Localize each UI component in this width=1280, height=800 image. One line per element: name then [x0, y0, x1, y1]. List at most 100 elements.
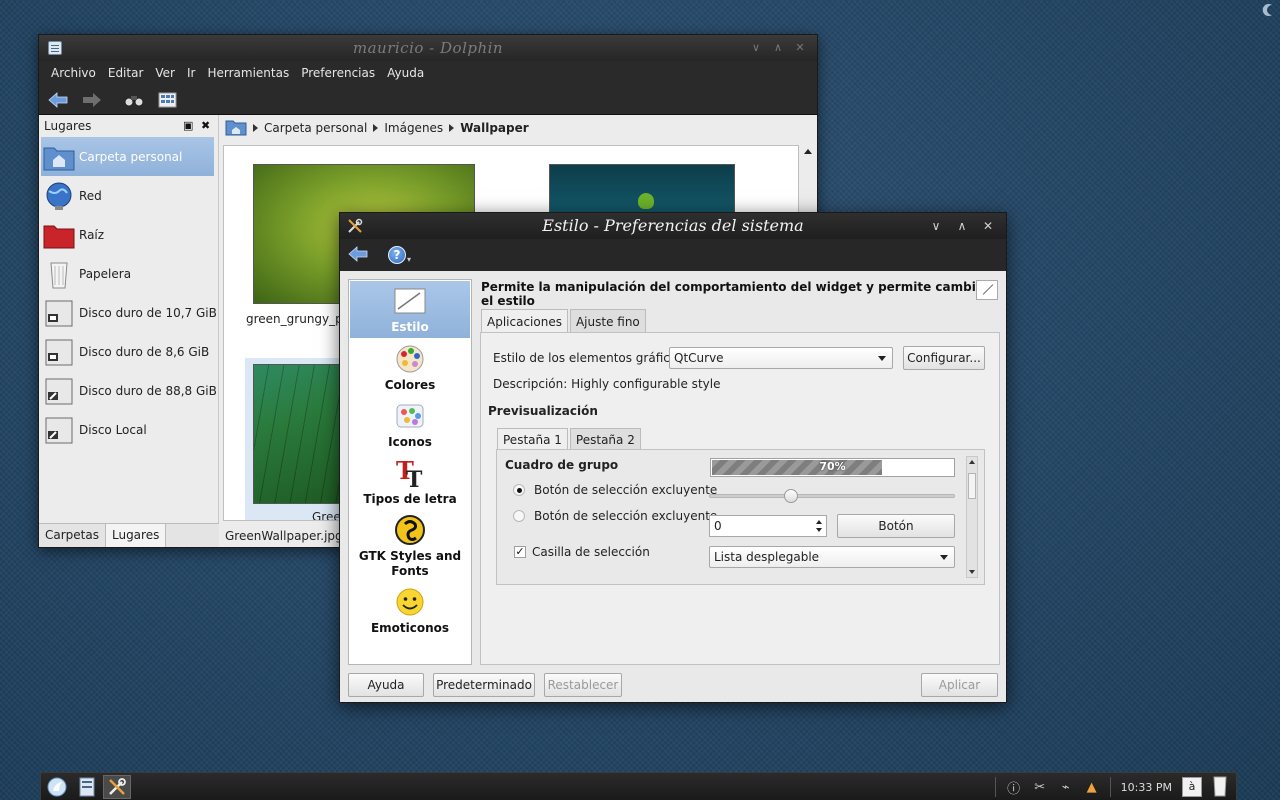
chevron-down-icon: ▾: [407, 255, 412, 264]
dropdown-value: Lista desplegable: [714, 550, 820, 564]
klipper-icon[interactable]: ✂: [1032, 780, 1048, 795]
dialog-titlebar[interactable]: Estilo - Preferencias del sistema ∨ ∧ ✕: [340, 213, 1006, 239]
dialog-title: Estilo - Preferencias del sistema: [542, 216, 804, 235]
show-hidden-icons-icon[interactable]: ▲: [1084, 780, 1100, 795]
application-launcher-icon[interactable]: [43, 775, 71, 799]
checkbox-label: Casilla de selección: [532, 545, 650, 559]
close-panel-icon[interactable]: ✖: [201, 119, 210, 132]
hard-drive-icon: [43, 415, 75, 445]
preview-dropdown[interactable]: Lista desplegable: [709, 546, 955, 568]
category-estilo[interactable]: Estilo: [350, 281, 470, 338]
radio-button-2[interactable]: [513, 510, 525, 522]
colors-palette-icon: [394, 343, 426, 375]
tab-ajuste-fino[interactable]: Ajuste fino: [569, 309, 646, 333]
preview-progress-bar: 70%: [710, 458, 955, 477]
place-red[interactable]: Red: [39, 176, 218, 215]
place-label: Disco duro de 10,7 GiB: [79, 305, 217, 320]
widget-style-combo[interactable]: QtCurve: [669, 347, 893, 369]
tab-pestana-2[interactable]: Pestaña 2: [569, 428, 641, 450]
menu-editar[interactable]: Editar: [102, 66, 150, 80]
help-icon: ?: [388, 246, 406, 264]
cashew-icon[interactable]: [1260, 2, 1276, 18]
float-panel-icon[interactable]: ▣: [183, 119, 193, 132]
fonts-icon: TT: [394, 457, 426, 489]
slider-handle[interactable]: [783, 489, 798, 503]
preview-scrollbar[interactable]: [966, 456, 978, 578]
spin-down-icon[interactable]: [816, 528, 822, 532]
category-emoticonos[interactable]: Emoticonos: [349, 582, 471, 639]
menu-preferencias[interactable]: Preferencias: [295, 66, 381, 80]
binoculars-icon[interactable]: [123, 89, 145, 111]
configure-button[interactable]: Configurar...: [903, 346, 985, 370]
tab-pestana-1[interactable]: Pestaña 1: [497, 428, 568, 450]
category-tipos-de-letra[interactable]: TT Tipos de letra: [349, 453, 471, 510]
menu-archivo[interactable]: Archivo: [45, 66, 102, 80]
scroll-down-icon[interactable]: [969, 570, 975, 574]
forward-arrow-icon[interactable]: [81, 89, 103, 111]
reset-button[interactable]: Restablecer: [544, 673, 622, 697]
back-arrow-icon[interactable]: [47, 89, 69, 111]
tab-lugares[interactable]: Lugares: [105, 524, 167, 547]
place-disco-88-8[interactable]: Disco duro de 88,8 GiB: [39, 371, 218, 410]
place-label: Disco duro de 8,6 GiB: [79, 344, 210, 359]
dolphin-task-icon[interactable]: [73, 775, 101, 799]
place-disco-10-7[interactable]: Disco duro de 10,7 GiB: [39, 293, 218, 332]
home-folder-icon[interactable]: [225, 118, 247, 139]
file-thumbnail[interactable]: [253, 364, 349, 504]
file-thumbnail[interactable]: [549, 164, 735, 214]
place-carpeta-personal[interactable]: Carpeta personal: [41, 137, 214, 176]
notifications-icon[interactable]: ⓘ: [1006, 778, 1022, 797]
category-label: Estilo: [391, 320, 429, 334]
radio-button-1[interactable]: [513, 484, 525, 496]
places-panel: Lugares ▣ ✖ Carpeta personal Red Raíz Pa…: [39, 115, 219, 547]
close-icon[interactable]: ✕: [978, 216, 998, 236]
breadcrumb-item[interactable]: Imágenes: [384, 121, 443, 135]
breadcrumb-item[interactable]: Carpeta personal: [264, 121, 367, 135]
back-arrow-icon[interactable]: [348, 245, 368, 266]
scroll-up-icon[interactable]: [804, 149, 812, 154]
menu-herramientas[interactable]: Herramientas: [201, 66, 295, 80]
place-raiz[interactable]: Raíz: [39, 215, 218, 254]
defaults-button[interactable]: Predeterminado: [433, 673, 535, 697]
dolphin-titlebar[interactable]: mauricio - Dolphin ∨ ∧ ✕: [39, 35, 817, 61]
view-mode-icon[interactable]: [157, 89, 179, 111]
apply-button[interactable]: Aplicar: [921, 673, 998, 697]
place-papelera[interactable]: Papelera: [39, 254, 218, 293]
scroll-up-icon[interactable]: [969, 460, 975, 464]
status-bar-text: GreenWallpaper.jpg (i: [225, 529, 355, 543]
network-wireless-icon[interactable]: ⌁: [1058, 780, 1074, 795]
trash-icon[interactable]: [1212, 775, 1228, 800]
place-disco-8-6[interactable]: Disco duro de 8,6 GiB: [39, 332, 218, 371]
place-disco-local[interactable]: Disco Local: [39, 410, 218, 449]
style-brush-icon: [394, 285, 426, 317]
preview-spinbox[interactable]: 0: [709, 515, 827, 537]
category-gtk-styles[interactable]: GTK Styles and Fonts: [349, 510, 471, 582]
category-colores[interactable]: Colores: [349, 339, 471, 396]
preview-slider[interactable]: [709, 489, 955, 503]
minimize-icon[interactable]: ∨: [747, 39, 765, 57]
maximize-icon[interactable]: ∧: [769, 39, 787, 57]
category-iconos[interactable]: Iconos: [349, 396, 471, 453]
preview-button[interactable]: Botón: [837, 514, 955, 538]
menu-ver[interactable]: Ver: [149, 66, 181, 80]
minimize-icon[interactable]: ∨: [926, 216, 946, 236]
system-settings-task-icon[interactable]: [103, 775, 131, 799]
close-icon[interactable]: ✕: [791, 39, 809, 57]
clock[interactable]: 10:33 PM: [1121, 781, 1172, 794]
help-button[interactable]: Ayuda: [348, 673, 424, 697]
trash-icon: [43, 259, 75, 289]
breadcrumb-current[interactable]: Wallpaper: [460, 121, 528, 135]
preview-checkbox[interactable]: ✓: [514, 546, 526, 558]
scrollbar-handle[interactable]: [968, 473, 976, 499]
tab-carpetas[interactable]: Carpetas: [39, 524, 106, 547]
breadcrumb: Carpeta personal Imágenes Wallpaper: [225, 115, 817, 141]
place-label: Red: [79, 188, 102, 203]
maximize-icon[interactable]: ∧: [952, 216, 972, 236]
preview-panel: Cuadro de grupo 70% Botón de selección e…: [496, 449, 985, 585]
menu-ir[interactable]: Ir: [181, 66, 201, 80]
help-menu-button[interactable]: ? ▾: [388, 246, 411, 264]
tab-aplicaciones[interactable]: Aplicaciones: [481, 309, 568, 333]
menu-ayuda[interactable]: Ayuda: [381, 66, 430, 80]
spin-up-icon[interactable]: [816, 520, 822, 524]
keyboard-layout-indicator[interactable]: à: [1182, 777, 1202, 797]
